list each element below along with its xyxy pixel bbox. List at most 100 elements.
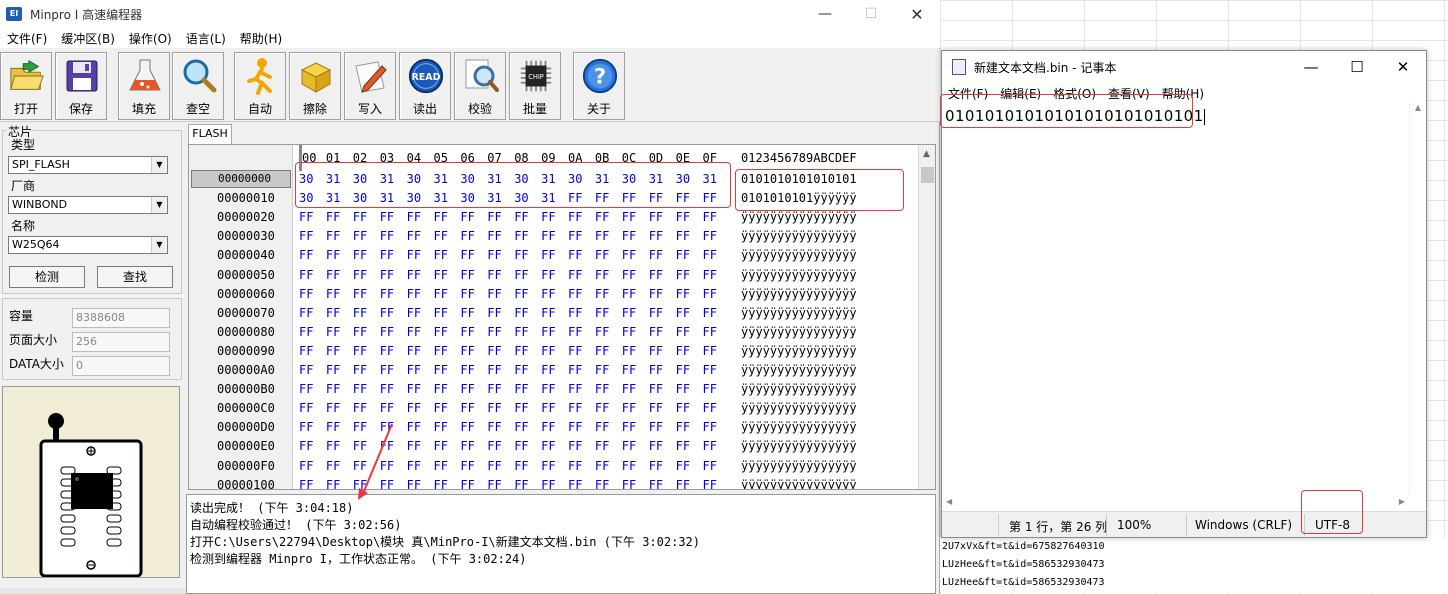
hex-byte[interactable]: FF [703,266,717,285]
blank-check-button[interactable]: 查空 [172,52,224,120]
hex-row-ascii[interactable]: ÿÿÿÿÿÿÿÿÿÿÿÿÿÿÿÿ [741,285,857,304]
hex-row[interactable]: 000000D0 FF FF FF FF FF FF FF FF FF FF FF FF FF FF FF FF… [189,418,919,437]
hex-byte[interactable]: FF [649,418,663,437]
hex-byte[interactable]: FF [568,418,582,437]
hex-byte[interactable]: FF [622,476,636,489]
hex-byte[interactable]: FF [353,304,367,323]
hex-byte[interactable]: FF [676,476,690,489]
hex-byte[interactable]: FF [676,457,690,476]
hex-byte[interactable]: FF [514,227,528,246]
hex-row-ascii[interactable]: ÿÿÿÿÿÿÿÿÿÿÿÿÿÿÿÿ [741,380,857,399]
chevron-down-icon[interactable]: ▼ [151,197,167,213]
hex-byte[interactable]: FF [460,246,474,265]
spreadsheet-row[interactable]: LUzHee&ft=t&id=586532930473 [940,574,1448,592]
hex-byte[interactable]: FF [649,266,663,285]
hex-row-ascii[interactable]: ÿÿÿÿÿÿÿÿÿÿÿÿÿÿÿÿ [741,437,857,456]
hex-byte[interactable]: FF [460,342,474,361]
hex-byte[interactable]: FF [514,437,528,456]
hex-byte[interactable]: FF [514,361,528,380]
hex-byte[interactable]: FF [326,208,340,227]
hex-byte[interactable]: FF [649,227,663,246]
hex-byte[interactable]: FF [703,457,717,476]
hex-byte[interactable]: FF [487,227,501,246]
hex-byte[interactable]: FF [703,418,717,437]
hex-byte[interactable]: FF [595,380,609,399]
hex-byte[interactable]: FF [568,285,582,304]
hex-byte[interactable]: FF [380,418,394,437]
hex-byte[interactable]: FF [541,227,555,246]
hex-byte[interactable]: FF [380,399,394,418]
hex-byte[interactable]: FF [299,227,313,246]
chip-type-select[interactable]: SPI_FLASH ▼ [8,156,168,174]
chevron-down-icon[interactable]: ▼ [151,157,167,173]
hex-byte[interactable]: FF [703,437,717,456]
hex-row[interactable]: 000000F0 FF FF FF FF FF FF FF FF FF FF FF FF FF FF FF FF… [189,457,919,476]
hex-byte[interactable]: FF [541,457,555,476]
hex-byte[interactable]: FF [299,437,313,456]
hex-row[interactable]: 00000060 FF FF FF FF FF FF FF FF FF FF FF FF FF FF FF FF… [189,285,919,304]
hex-byte[interactable]: FF [460,380,474,399]
hex-byte[interactable]: FF [407,457,421,476]
hex-byte[interactable]: FF [299,208,313,227]
hex-byte[interactable]: FF [703,476,717,489]
hex-byte[interactable]: FF [299,361,313,380]
hex-byte[interactable]: FF [460,227,474,246]
minimize-button[interactable]: — [802,0,848,28]
menu-buffer[interactable]: 缓冲区(B) [54,30,122,47]
hex-byte[interactable]: FF [595,208,609,227]
hex-byte[interactable]: FF [460,361,474,380]
hex-byte[interactable]: FF [622,227,636,246]
hex-byte[interactable]: FF [487,304,501,323]
hex-byte[interactable]: FF [649,342,663,361]
hex-byte[interactable]: FF [514,266,528,285]
hex-byte[interactable]: FF [326,266,340,285]
about-button[interactable]: ? 关于 [573,52,625,120]
hex-byte[interactable]: FF [703,380,717,399]
hex-byte[interactable]: FF [703,227,717,246]
hex-byte[interactable]: FF [541,246,555,265]
hex-byte[interactable]: FF [326,457,340,476]
hex-byte[interactable]: FF [407,437,421,456]
hex-byte[interactable]: FF [622,246,636,265]
hex-byte[interactable]: FF [434,323,448,342]
hex-byte[interactable]: FF [487,457,501,476]
hex-byte[interactable]: FF [649,476,663,489]
hex-byte[interactable]: FF [595,437,609,456]
hex-byte[interactable]: FF [326,399,340,418]
hex-byte[interactable]: FF [380,208,394,227]
menu-operation[interactable]: 操作(O) [122,30,179,47]
hex-byte[interactable]: FF [407,304,421,323]
hex-row-ascii[interactable]: ÿÿÿÿÿÿÿÿÿÿÿÿÿÿÿÿ [741,361,857,380]
hex-byte[interactable]: FF [407,246,421,265]
hex-byte[interactable]: FF [622,266,636,285]
hex-row[interactable]: 00000080 FF FF FF FF FF FF FF FF FF FF FF FF FF FF FF FF… [189,323,919,342]
hex-byte[interactable]: FF [568,399,582,418]
hex-byte[interactable]: FF [434,418,448,437]
hex-row[interactable]: 000000B0 FF FF FF FF FF FF FF FF FF FF FF FF FF FF FF FF… [189,380,919,399]
hex-byte[interactable]: FF [622,457,636,476]
hex-byte[interactable]: FF [541,285,555,304]
hex-row[interactable]: 00000040 FF FF FF FF FF FF FF FF FF FF FF FF FF FF FF FF… [189,246,919,265]
hex-row[interactable]: 000000A0 FF FF FF FF FF FF FF FF FF FF FF FF FF FF FF FF… [189,361,919,380]
hex-byte[interactable]: FF [299,323,313,342]
hex-byte[interactable]: FF [649,246,663,265]
hex-byte[interactable]: FF [649,399,663,418]
hex-byte[interactable]: FF [514,342,528,361]
hex-byte[interactable]: FF [703,361,717,380]
hex-byte[interactable]: FF [676,437,690,456]
hex-row[interactable]: 00000050 FF FF FF FF FF FF FF FF FF FF FF FF FF FF FF FF… [189,266,919,285]
hex-byte[interactable]: FF [353,399,367,418]
hex-byte[interactable]: FF [487,437,501,456]
hex-byte[interactable]: FF [460,208,474,227]
hex-byte[interactable]: FF [353,323,367,342]
hex-byte[interactable]: FF [326,437,340,456]
hex-byte[interactable]: FF [407,227,421,246]
hex-row-ascii[interactable]: ÿÿÿÿÿÿÿÿÿÿÿÿÿÿÿÿ [741,457,857,476]
hex-byte[interactable]: FF [353,227,367,246]
hex-row-ascii[interactable]: ÿÿÿÿÿÿÿÿÿÿÿÿÿÿÿÿ [741,418,857,437]
hex-byte[interactable]: FF [299,266,313,285]
hex-byte[interactable]: FF [326,361,340,380]
hex-row[interactable]: 00000100 FF FF FF FF FF FF FF FF FF FF FF FF FF FF FF FF… [189,476,919,489]
hex-byte[interactable]: FF [595,342,609,361]
hex-byte[interactable]: FF [380,361,394,380]
